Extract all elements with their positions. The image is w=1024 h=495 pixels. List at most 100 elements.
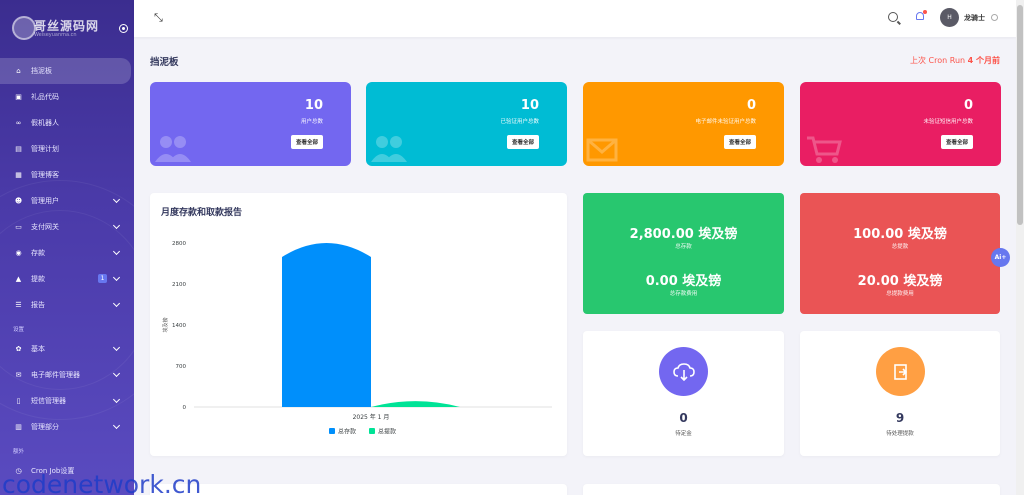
- avatar[interactable]: H: [940, 8, 959, 27]
- topbar: ⤡ H 龙骑士: [134, 0, 1016, 37]
- deposit-charge-label: 总存款费用: [669, 291, 698, 297]
- sidebar-item-label: 管理用户: [31, 197, 59, 205]
- brand-logo[interactable]: 哥丝源码网 Weiseyuanma.cn: [12, 14, 112, 42]
- logo-mark-icon: [12, 16, 36, 40]
- chevron-down-icon: [112, 343, 121, 352]
- y-tick-label: 2800: [172, 241, 186, 247]
- gift-icon: ▣: [15, 93, 22, 101]
- bar-total-deposit: [282, 243, 371, 407]
- chevron-down-icon: [112, 247, 121, 256]
- deposit-withdraw-chart-card: 月度存款和取款报告 2800 2100 1400 700 0 埃及镑 2025 年 1 月总…: [150, 193, 567, 456]
- bottom-card-right: [583, 484, 1000, 495]
- sidebar-item-label: 假机器人: [31, 119, 59, 127]
- home-icon: ⌂: [16, 67, 21, 75]
- sidebar-item-label: 基本: [31, 345, 45, 353]
- legend-marker: [369, 428, 375, 434]
- view-all-button[interactable]: 查看全部: [290, 135, 323, 149]
- ai-assistant-button[interactable]: Ai+: [991, 248, 1010, 267]
- stat-value: 0: [746, 98, 756, 113]
- list-icon: ☰: [15, 301, 22, 309]
- pending-withdraw-value: 9: [895, 411, 905, 425]
- cron-label: 上次 Cron Run: [910, 56, 966, 65]
- legend-label: 总提款: [378, 428, 396, 436]
- section-icon: ▥: [15, 423, 22, 431]
- legend-marker: [329, 428, 335, 434]
- chevron-down-icon: [112, 273, 121, 282]
- section-extra: 额外: [13, 449, 25, 455]
- deposit-icon: ◉: [15, 249, 22, 257]
- stat-card-email-unverified: 0 电子邮件未验证用户总数 查看全部: [583, 82, 784, 166]
- scrollbar[interactable]: [1016, 0, 1024, 495]
- sidebar: 哥丝源码网 Weiseyuanma.cn ⌂ 挡泥板 ▣ 礼品代码 ∞ 假机器人…: [0, 0, 134, 495]
- stat-card-verified-users: 10 已验证用户总数 查看全部: [366, 82, 567, 166]
- users-icon: ☻: [14, 197, 23, 205]
- sidebar-item-plans[interactable]: ▤ 管理计划: [0, 136, 131, 162]
- envelope-icon: ✉: [15, 371, 22, 379]
- blog-icon: ▦: [15, 171, 22, 179]
- section-settings: 设置: [13, 327, 25, 333]
- sidebar-item-deposits[interactable]: ◉ 存款: [0, 240, 131, 266]
- link-icon: ∞: [15, 119, 22, 127]
- gear-icon: ✿: [15, 345, 22, 353]
- search-icon[interactable]: [888, 12, 898, 22]
- chevron-down-icon: [112, 299, 121, 308]
- users-icon: [155, 136, 191, 162]
- bank-icon: ▲: [15, 275, 22, 283]
- cron-status: 上次 Cron Run 4 个月前: [910, 55, 1000, 66]
- y-tick-label: 2100: [172, 282, 186, 288]
- page-title: 挡泥板: [150, 57, 179, 68]
- brand-tagline: Weiseyuanma.cn: [34, 32, 77, 38]
- pending-withdraw-label: 待处理提款: [886, 431, 914, 437]
- sidebar-toggle-icon[interactable]: [119, 24, 128, 33]
- sidebar-item-label: 短信管理器: [31, 397, 66, 405]
- sidebar-item-basic[interactable]: ✿ 基本: [0, 336, 131, 362]
- brand[interactable]: 哥丝源码网 Weiseyuanma.cn: [0, 0, 134, 56]
- sidebar-item-users[interactable]: ☻ 管理用户: [0, 188, 131, 214]
- stat-card-sms-unverified: 0 未验证短信用户总数 查看全部: [800, 82, 1001, 166]
- total-deposit-card: 2,800.00 埃及镑 总存款 0.00 埃及镑 总存款费用: [583, 193, 784, 314]
- pending-deposit-value: 0: [679, 411, 688, 425]
- sidebar-item-fake-bots[interactable]: ∞ 假机器人: [0, 110, 131, 136]
- user-menu-chevron-icon[interactable]: [991, 14, 998, 21]
- stat-label: 用户总数: [300, 119, 323, 125]
- view-all-button[interactable]: 查看全部: [940, 135, 973, 149]
- total-deposit-amount: 2,800.00 埃及镑: [629, 227, 738, 242]
- sidebar-item-label: 电子邮件管理器: [31, 371, 80, 379]
- sidebar-item-sms-manager[interactable]: ▯ 短信管理器: [0, 388, 131, 414]
- sidebar-item-label: 报告: [31, 301, 45, 309]
- fullscreen-collapse-icon[interactable]: ⤡: [154, 12, 166, 24]
- deposit-charge-amount: 0.00 埃及镑: [645, 274, 722, 289]
- stat-value: 10: [304, 98, 323, 113]
- chevron-down-icon: [112, 221, 121, 230]
- bell-icon[interactable]: [915, 10, 927, 22]
- y-tick-label: 0: [183, 405, 187, 411]
- exit-icon: [876, 347, 925, 396]
- user-name[interactable]: 龙骑士: [964, 13, 985, 23]
- view-all-button[interactable]: 查看全部: [723, 135, 756, 149]
- credit-card-icon: ▭: [15, 223, 22, 231]
- chevron-down-icon: [112, 369, 121, 378]
- sidebar-item-sections[interactable]: ▥ 管理部分: [0, 414, 131, 440]
- view-all-button[interactable]: 查看全部: [506, 135, 539, 149]
- sidebar-item-email-manager[interactable]: ✉ 电子邮件管理器: [0, 362, 131, 388]
- plan-icon: ▤: [15, 145, 22, 153]
- sidebar-item-label: 提款: [31, 275, 45, 283]
- sidebar-item-blog[interactable]: ▦ 管理博客: [0, 162, 131, 188]
- pending-deposit-card[interactable]: 0 待定金: [583, 331, 784, 456]
- notification-dot: [923, 10, 927, 14]
- total-withdraw-card: 100.00 埃及镑 总提款 20.00 埃及镑 总提款费用: [800, 193, 1000, 314]
- y-tick-label: 700: [176, 364, 187, 370]
- user-check-icon: [371, 136, 407, 162]
- pending-withdraw-card[interactable]: 9 待处理提款: [800, 331, 1000, 456]
- y-tick-label: 1400: [172, 323, 186, 329]
- stat-value: 0: [963, 98, 973, 113]
- sidebar-item-payment-gateways[interactable]: ▭ 支付网关: [0, 214, 131, 240]
- sidebar-item-dashboard[interactable]: ⌂ 挡泥板: [0, 58, 131, 84]
- chart-svg: 2800 2100 1400 700 0 埃及镑 2025 年 1 月总存款 总提款: [162, 241, 552, 436]
- sidebar-item-withdrawals[interactable]: ▲ 提款 1: [0, 266, 131, 292]
- sidebar-item-reports[interactable]: ☰ 报告: [0, 292, 131, 318]
- scrollbar-thumb[interactable]: [1017, 5, 1023, 225]
- sidebar-item-gift-codes[interactable]: ▣ 礼品代码: [0, 84, 131, 110]
- chevron-down-icon: [112, 395, 121, 404]
- chevron-down-icon: [112, 421, 121, 430]
